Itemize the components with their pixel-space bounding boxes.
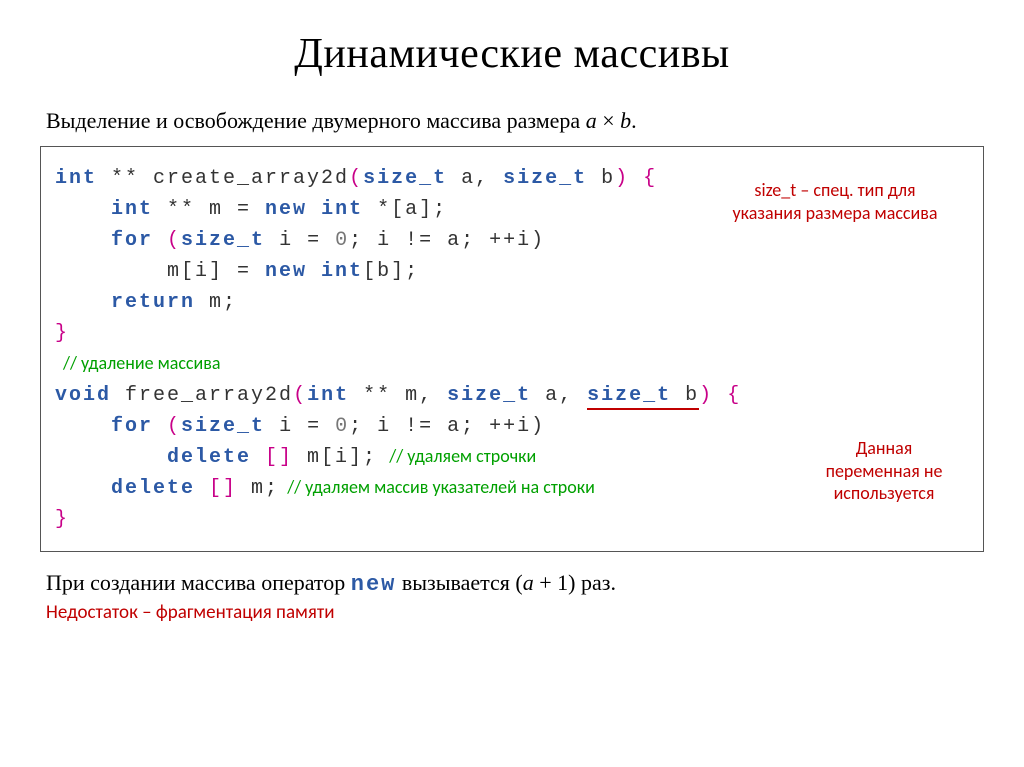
stars: ** m = [153, 198, 265, 221]
param-b-underlined: b [671, 384, 699, 410]
brace-close: } [55, 322, 69, 345]
ivar: i = [265, 415, 335, 438]
fn-name: free_array2d [125, 384, 293, 407]
kw-int: int [307, 198, 363, 221]
subtitle-prefix: Выделение и освобождение двумерного масс… [46, 108, 586, 133]
subtitle-suffix: . [631, 108, 637, 133]
suffix: *[a]; [363, 198, 447, 221]
brackets: [] [195, 477, 237, 500]
indent-assign: m[i] = [55, 260, 265, 283]
annotation-var-unused: Данная переменная не используется [799, 437, 969, 505]
mi: m[i]; [293, 446, 377, 469]
annotation-var-unused-2: переменная не [799, 460, 969, 483]
annotation-sizet: size_t – спец. тип для указания размера … [705, 179, 965, 224]
fn-name: create_array2d [153, 167, 349, 190]
kw-sizet: size_t [181, 229, 265, 252]
kw-int: int [55, 167, 97, 190]
comment-delete-array: // удаление массива [55, 349, 969, 380]
brace-close: } [55, 508, 69, 531]
comment-delete-ptr-array: // удаляем массив указателей на строки [279, 476, 595, 498]
footer-suffix: раз. [576, 570, 616, 595]
code-line-3: for (size_t i = 0; i != a; ++i) [55, 225, 969, 256]
annotation-sizet-line2: указания размера массива [705, 202, 965, 225]
code-line-6: } [55, 318, 969, 349]
annotation-var-unused-3: используется [799, 482, 969, 505]
brackets: [] [251, 446, 293, 469]
kw-new: new [265, 198, 307, 221]
kw-delete: delete [167, 446, 251, 469]
footer-mid: вызывается [396, 570, 515, 595]
annotation-var-unused-1: Данная [799, 437, 969, 460]
kw-for: for [111, 415, 153, 438]
code-line-7: void free_array2d(int ** m, size_t a, si… [55, 380, 969, 411]
num-zero: 0 [335, 229, 349, 252]
kw-return: return [111, 291, 195, 314]
indent [55, 291, 111, 314]
brace-open: { [713, 384, 741, 407]
ret-m: m; [195, 291, 237, 314]
paren-close: ) [699, 384, 713, 407]
expr-plus: + 1 [534, 570, 568, 595]
expr-open: ( [515, 570, 522, 595]
code-line-5: return m; [55, 287, 969, 318]
brace-open: { [629, 167, 657, 190]
code-block: int ** create_array2d(size_t a, size_t b… [40, 146, 984, 552]
kw-sizet: size_t [181, 415, 265, 438]
annotation-sizet-line1: size_t – спец. тип для [705, 179, 965, 202]
footer-prefix: При создании массива оператор [46, 570, 351, 595]
ivar: i = [265, 229, 335, 252]
indent [55, 446, 167, 469]
kw-sizet-underlined: size_t [587, 384, 671, 410]
param-b: b [587, 167, 615, 190]
paren-open: ( [349, 167, 363, 190]
paren-open: ( [153, 415, 181, 438]
num-zero: 0 [335, 415, 349, 438]
paren-open: ( [293, 384, 307, 407]
brk: [b]; [363, 260, 419, 283]
kw-new-inline: new [351, 572, 397, 597]
stars: ** [97, 167, 153, 190]
expr-close: ) [568, 570, 575, 595]
code-line-11: } [55, 504, 969, 535]
subtitle-times: × [597, 108, 620, 133]
kw-sizet: size_t [503, 167, 587, 190]
indent [55, 415, 111, 438]
subtitle-b: b [620, 108, 631, 133]
expr-a: a [523, 570, 534, 595]
kw-for: for [111, 229, 153, 252]
footer-note: При создании массива оператор new вызыва… [46, 570, 984, 597]
kw-delete: delete [111, 477, 195, 500]
param-a: a, [531, 384, 587, 407]
kw-sizet: size_t [363, 167, 447, 190]
rest: ; i != a; ++i) [349, 229, 545, 252]
comment-green: // удаление массива [63, 352, 221, 374]
kw-sizet: size_t [447, 384, 531, 407]
m: m; [237, 477, 279, 500]
indent [55, 477, 111, 500]
stars: ** m, [349, 384, 447, 407]
paren-open: ( [153, 229, 181, 252]
kw-int: int [111, 198, 153, 221]
kw-int: int [307, 384, 349, 407]
rest: ; i != a; ++i) [349, 415, 545, 438]
subtitle-a: a [586, 108, 597, 133]
page-title: Динамические массивы [40, 30, 984, 78]
kw-new: new [265, 260, 307, 283]
slide: Динамические массивы Выделение и освобож… [0, 0, 1024, 644]
comment-delete-rows: // удаляем строчки [377, 445, 536, 467]
paren-close: ) [615, 167, 629, 190]
subtitle: Выделение и освобождение двумерного масс… [46, 108, 984, 134]
sp [111, 384, 125, 407]
indent [55, 229, 111, 252]
kw-int: int [307, 260, 363, 283]
param-a: a [447, 167, 475, 190]
code-line-4: m[i] = new int[b]; [55, 256, 969, 287]
footer-warning: Недостаток – фрагментация памяти [46, 601, 984, 624]
indent [55, 198, 111, 221]
comma: , [475, 167, 503, 190]
kw-void: void [55, 384, 111, 407]
